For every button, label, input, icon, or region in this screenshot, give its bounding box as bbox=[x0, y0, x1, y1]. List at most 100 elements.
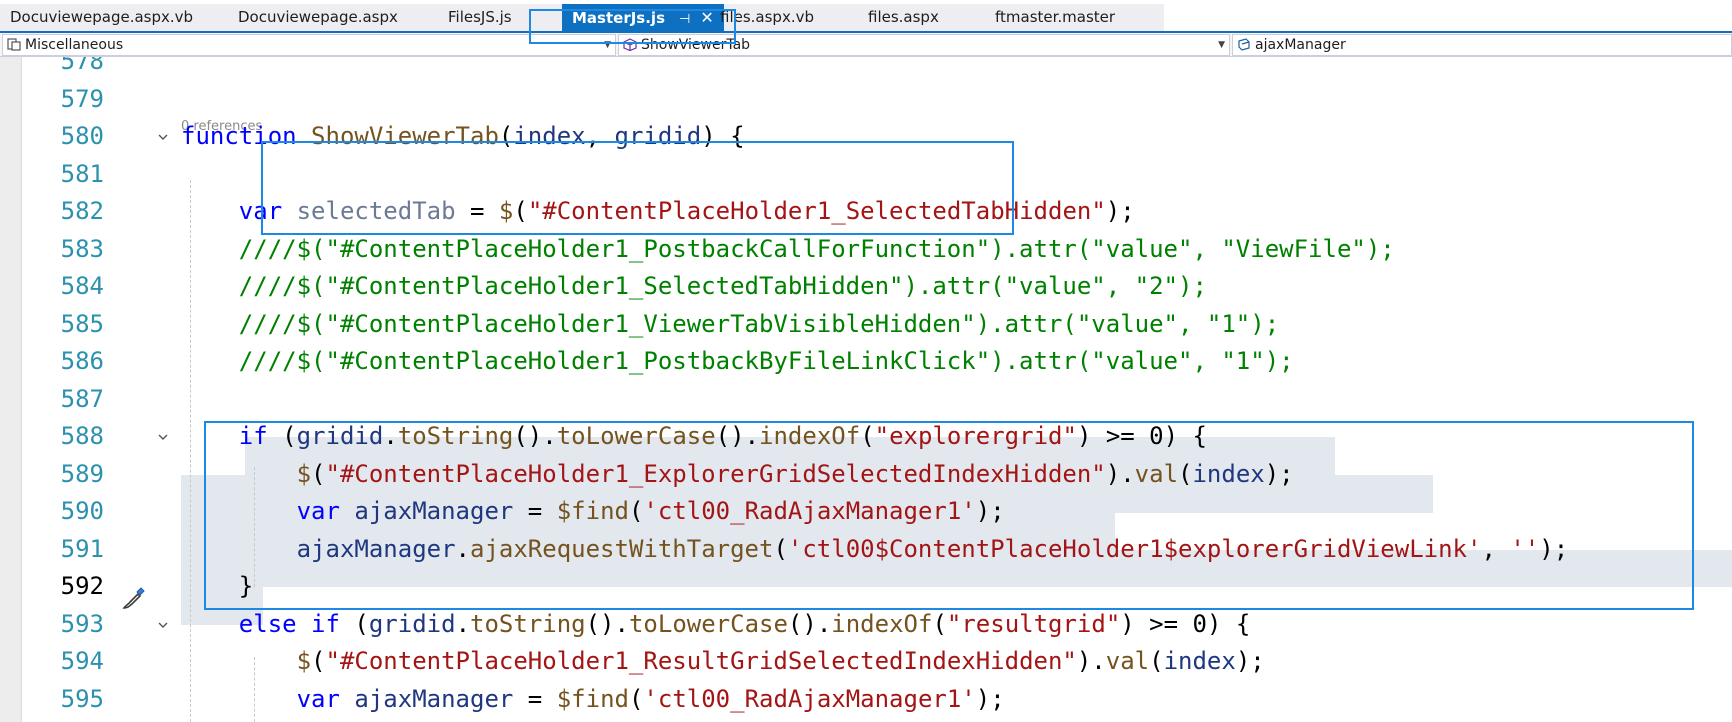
fold-chevron-icon[interactable] bbox=[156, 430, 170, 444]
code-token: toLowerCase bbox=[628, 609, 788, 638]
code-token: ////$("#ContentPlaceHolder1_PostbackByFi… bbox=[181, 347, 1294, 375]
code-text: var ajaxManager = $find('ctl00_RadAjaxMa… bbox=[181, 681, 1005, 719]
code-line[interactable]: 578 bbox=[0, 57, 1732, 81]
navigation-bar: Miscellaneous ▼ ShowViewerTab ▼ ajaxMana… bbox=[0, 33, 1732, 57]
project-dropdown[interactable]: Miscellaneous ▼ bbox=[2, 34, 616, 56]
variable-icon bbox=[1238, 38, 1250, 51]
code-editor[interactable]: 0 references 578 579 580 function ShowViewe… bbox=[0, 57, 1732, 722]
code-token: ajaxManager bbox=[354, 684, 514, 713]
tab-docuviewepage-aspx[interactable]: Docuviewepage.aspx bbox=[228, 4, 408, 31]
tab-ftmaster-master[interactable]: ftmaster.master bbox=[985, 4, 1125, 31]
code-text: ////$("#ContentPlaceHolder1_PostbackByFi… bbox=[181, 343, 1294, 381]
code-token: ). bbox=[1076, 647, 1106, 675]
line-number: 591 bbox=[60, 534, 104, 563]
tab-label: Docuviewepage.aspx bbox=[238, 8, 398, 26]
code-token: 'ctl00_RadAjaxManager1' bbox=[643, 684, 976, 713]
line-number: 589 bbox=[60, 459, 104, 488]
line-number: 580 bbox=[60, 122, 104, 150]
code-token: (). bbox=[585, 609, 629, 638]
line-number: 586 bbox=[60, 347, 104, 375]
line-number: 584 bbox=[60, 272, 104, 300]
line-number: 585 bbox=[60, 309, 104, 338]
code-token: (). bbox=[787, 609, 832, 638]
line-number: 588 bbox=[60, 422, 104, 450]
line-number: 587 bbox=[60, 384, 104, 413]
code-token: . bbox=[455, 609, 471, 638]
code-token: "#ContentPlaceHolder1_ResultGridSelected… bbox=[325, 647, 1077, 675]
line-number: 582 bbox=[60, 197, 104, 225]
code-line[interactable]: 583 ////$("#ContentPlaceHolder1_Postback… bbox=[0, 231, 1732, 269]
member-dropdown[interactable]: ajaxManager bbox=[1232, 34, 1732, 56]
tab-label: Docuviewepage.aspx.vb bbox=[10, 8, 194, 26]
code-token: $find bbox=[556, 684, 629, 713]
code-token: toString bbox=[470, 609, 586, 638]
tab-filesjs-js[interactable]: FilesJS.js bbox=[438, 4, 522, 31]
line-number: 594 bbox=[60, 647, 104, 675]
code-text: ////$("#ContentPlaceHolder1_PostbackCall… bbox=[181, 231, 1395, 269]
code-line[interactable]: 584 ////$("#ContentPlaceHolder1_Selected… bbox=[0, 268, 1732, 306]
code-line[interactable]: 586 ////$("#ContentPlaceHolder1_Postback… bbox=[0, 343, 1732, 381]
line-number: 583 bbox=[60, 234, 104, 263]
project-icon bbox=[7, 38, 21, 51]
annotation-box-function-name bbox=[261, 141, 1014, 235]
member-dropdown-value: ajaxManager bbox=[1255, 37, 1346, 53]
code-line[interactable]: 595 var ajaxManager = $find('ctl00_RadAj… bbox=[0, 681, 1732, 719]
code-token: ( bbox=[311, 647, 326, 675]
code-token: ( bbox=[1149, 647, 1164, 675]
code-token: indexOf bbox=[831, 609, 933, 638]
code-token: ( bbox=[932, 609, 947, 638]
line-number: 592 bbox=[60, 572, 104, 600]
code-token: ////$("#ContentPlaceHolder1_ViewerTabVis… bbox=[181, 309, 1280, 338]
code-text: else if (gridid.toString().toLowerCase()… bbox=[181, 606, 1251, 644]
code-line[interactable]: 587 bbox=[0, 381, 1732, 419]
code-text: ////$("#ContentPlaceHolder1_ViewerTabVis… bbox=[181, 306, 1279, 344]
code-token: = bbox=[513, 684, 557, 713]
code-line[interactable]: 585 ////$("#ContentPlaceHolder1_ViewerTa… bbox=[0, 306, 1732, 344]
code-token: $ bbox=[296, 647, 312, 675]
code-token: ) >= 0) { bbox=[1120, 609, 1251, 638]
code-token: else bbox=[238, 609, 297, 638]
annotation-box-active-tab bbox=[529, 9, 736, 44]
code-line[interactable]: 594 $("#ContentPlaceHolder1_ResultGridSe… bbox=[0, 643, 1732, 681]
code-token: ( bbox=[628, 684, 644, 713]
tab-label: ftmaster.master bbox=[995, 8, 1116, 26]
line-number: 590 bbox=[60, 497, 104, 525]
code-text: ////$("#ContentPlaceHolder1_SelectedTabH… bbox=[181, 268, 1207, 306]
code-token: ( bbox=[339, 609, 369, 638]
code-token: ////$("#ContentPlaceHolder1_SelectedTabH… bbox=[181, 272, 1207, 300]
code-token: "resultgrid" bbox=[946, 609, 1121, 638]
code-token: ////$("#ContentPlaceHolder1_PostbackCall… bbox=[181, 234, 1395, 263]
code-token: ); bbox=[1105, 197, 1135, 225]
fold-chevron-icon[interactable] bbox=[156, 618, 170, 632]
project-dropdown-value: Miscellaneous bbox=[25, 37, 124, 53]
tab-files-aspx[interactable]: files.aspx bbox=[858, 4, 949, 31]
code-token: index bbox=[1163, 647, 1236, 675]
code-line[interactable]: 579 bbox=[0, 81, 1732, 119]
code-token: if bbox=[311, 609, 340, 638]
fold-chevron-icon[interactable] bbox=[156, 130, 170, 144]
tab-docuviewepage-aspx-vb[interactable]: Docuviewepage.aspx.vb bbox=[0, 4, 203, 31]
tab-label: FilesJS.js bbox=[448, 8, 512, 26]
line-number: 581 bbox=[60, 159, 104, 188]
annotation-box-if-block bbox=[204, 421, 1694, 610]
code-text: $("#ContentPlaceHolder1_ResultGridSelect… bbox=[181, 643, 1265, 681]
quick-actions-brush-icon[interactable] bbox=[120, 586, 146, 612]
chevron-down-icon: ▼ bbox=[1218, 40, 1225, 50]
code-line[interactable]: 593 else if (gridid.toString().toLowerCa… bbox=[0, 606, 1732, 644]
line-number: 595 bbox=[60, 684, 104, 713]
code-token: gridid bbox=[368, 609, 456, 638]
line-number: 579 bbox=[60, 84, 104, 113]
tab-label: files.aspx bbox=[868, 8, 939, 26]
document-tab-strip: Docuviewepage.aspx.vb Docuviewepage.aspx… bbox=[0, 0, 1732, 33]
line-number: 593 bbox=[60, 609, 104, 638]
code-token: val bbox=[1105, 647, 1150, 675]
code-token: ); bbox=[1235, 647, 1265, 675]
code-token: var bbox=[296, 684, 340, 713]
code-token: ); bbox=[975, 684, 1005, 713]
line-number: 578 bbox=[60, 57, 104, 75]
